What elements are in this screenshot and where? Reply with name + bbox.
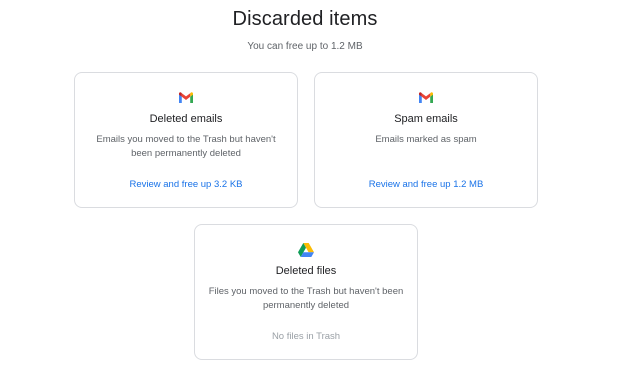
- card-description: Emails marked as spam: [375, 134, 477, 145]
- spam-emails-card: Spam emails Emails marked as spam Review…: [314, 72, 538, 208]
- card-title: Deleted emails: [149, 113, 223, 125]
- page-subtitle: You can free up to 1.2 MB: [247, 41, 363, 52]
- card-title: Spam emails: [394, 113, 458, 125]
- discarded-items-page: Discarded items You can free up to 1.2 M…: [0, 0, 640, 374]
- card-description: Emails you moved to the Trash but haven'…: [96, 134, 276, 159]
- page-title: Discarded items: [232, 8, 378, 30]
- deleted-files-card: Deleted files Files you moved to the Tra…: [194, 224, 418, 360]
- review-deleted-emails-link[interactable]: Review and free up 3.2 KB: [75, 179, 297, 190]
- card-title: Deleted files: [275, 265, 337, 277]
- card-description: Files you moved to the Trash but haven't…: [208, 286, 404, 311]
- google-drive-icon: [195, 242, 417, 258]
- deleted-emails-card: Deleted emails Emails you moved to the T…: [74, 72, 298, 208]
- gmail-icon: [75, 90, 297, 106]
- no-files-status: No files in Trash: [271, 331, 341, 342]
- gmail-icon: [315, 90, 537, 106]
- review-spam-emails-link[interactable]: Review and free up 1.2 MB: [315, 179, 537, 190]
